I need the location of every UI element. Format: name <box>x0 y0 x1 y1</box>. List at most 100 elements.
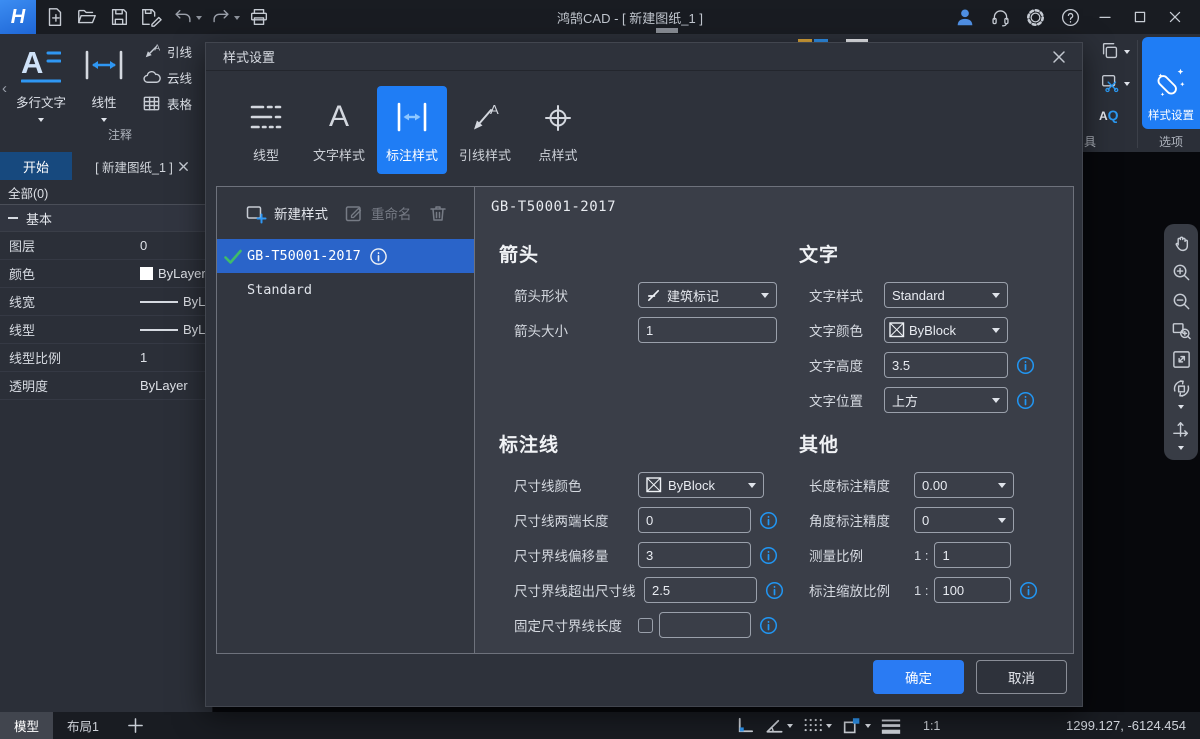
basic-section-header[interactable]: 基本 <box>0 205 212 232</box>
tab-leader-style[interactable]: A 引线样式 <box>450 86 520 174</box>
copy-dropdown-caret[interactable] <box>1124 50 1130 57</box>
dimline-color-dropdown[interactable]: ByBlock <box>638 472 764 498</box>
settings-gear-icon[interactable] <box>1022 4 1048 30</box>
property-row[interactable]: 线型 ByLayer <box>0 316 212 344</box>
move-axes-dropdown-caret[interactable] <box>1178 446 1184 453</box>
style-settings-button[interactable]: 样式设置 <box>1142 37 1200 129</box>
tab-close-icon[interactable] <box>177 160 190 173</box>
zoom-in-button[interactable] <box>1169 260 1193 284</box>
copy-tool-button[interactable] <box>1099 38 1130 64</box>
osnap-toggle[interactable] <box>841 715 871 737</box>
new-style-button[interactable]: 新建样式 <box>245 202 328 224</box>
support-headset-icon[interactable] <box>987 4 1013 30</box>
add-layout-button[interactable] <box>127 717 144 734</box>
selection-filter-dropdown[interactable]: 全部(0) <box>0 180 212 205</box>
zoom-extents-button[interactable] <box>1169 347 1193 371</box>
save-button[interactable] <box>106 4 132 30</box>
polar-dropdown-caret[interactable] <box>787 724 793 731</box>
dim-scale-input[interactable] <box>934 577 1011 603</box>
dimline-ends-input[interactable] <box>638 507 751 533</box>
property-row[interactable]: 线宽 ByLayer <box>0 288 212 316</box>
extline-offset-input[interactable] <box>638 542 751 568</box>
save-as-button[interactable] <box>138 4 164 30</box>
grid-toggle[interactable] <box>802 715 832 736</box>
rename-style-button[interactable]: 重命名 <box>344 203 412 223</box>
info-icon[interactable] <box>1019 581 1038 600</box>
style-list-item-standard[interactable]: Standard <box>217 273 474 307</box>
tab-point-style[interactable]: 点样式 <box>523 86 593 174</box>
pan-hand-button[interactable] <box>1169 231 1193 255</box>
table-button[interactable]: 表格 <box>142 94 192 113</box>
text-color-dropdown[interactable]: ByBlock <box>884 317 1008 343</box>
tab-drawing[interactable]: [ 新建图纸_1 ] <box>72 152 213 180</box>
minimize-button[interactable] <box>1092 4 1118 30</box>
tab-text-style[interactable]: A 文字样式 <box>304 86 374 174</box>
info-icon[interactable] <box>1016 391 1035 410</box>
text-style-dropdown[interactable]: Standard <box>884 282 1008 308</box>
text-height-input[interactable] <box>884 352 1008 378</box>
lineweight-toggle[interactable] <box>880 716 902 736</box>
print-button[interactable] <box>246 4 272 30</box>
extline-extend-input[interactable] <box>644 577 757 603</box>
linear-dim-dropdown-caret[interactable] <box>101 118 107 125</box>
help-icon[interactable] <box>1057 4 1083 30</box>
measure-scale-input[interactable] <box>934 542 1011 568</box>
zoom-out-button[interactable] <box>1169 289 1193 313</box>
tab-dimension-style[interactable]: 标注样式 <box>377 86 447 174</box>
ortho-toggle[interactable] <box>734 715 755 736</box>
model-tab[interactable]: 模型 <box>0 712 53 739</box>
panel-collapse-chevron-icon[interactable]: ‹ <box>2 80 7 97</box>
angle-precision-dropdown[interactable]: 0 <box>914 507 1014 533</box>
close-button[interactable] <box>1162 4 1188 30</box>
style-list-item-gb[interactable]: GB-T50001-2017 <box>217 239 474 273</box>
property-row[interactable]: 透明度 ByLayer <box>0 372 212 400</box>
leader-button[interactable]: A 引线 <box>142 42 192 61</box>
zoom-window-button[interactable] <box>1169 318 1193 342</box>
redo-dropdown-caret[interactable] <box>234 16 240 23</box>
layout1-tab[interactable]: 布局1 <box>53 712 113 739</box>
length-precision-dropdown[interactable]: 0.00 <box>914 472 1014 498</box>
move-axes-button[interactable] <box>1169 417 1193 441</box>
clip-dropdown-caret[interactable] <box>1124 82 1130 89</box>
info-icon[interactable] <box>1016 356 1035 375</box>
redo-button[interactable] <box>210 6 240 28</box>
maximize-button[interactable] <box>1127 4 1153 30</box>
revision-cloud-button[interactable]: 云线 <box>142 68 192 87</box>
info-icon[interactable] <box>759 546 778 565</box>
app-logo[interactable]: H <box>0 0 36 34</box>
orbit-dropdown-caret[interactable] <box>1178 405 1184 412</box>
property-row[interactable]: 颜色 ByLayer <box>0 260 212 288</box>
undo-dropdown-caret[interactable] <box>196 16 202 23</box>
new-file-button[interactable] <box>42 4 68 30</box>
arrow-size-input[interactable] <box>638 317 777 343</box>
osnap-dropdown-caret[interactable] <box>865 724 871 731</box>
annotation-scale[interactable]: 1:1 <box>923 719 940 733</box>
find-text-button[interactable]: AQ <box>1099 102 1130 128</box>
open-file-button[interactable] <box>74 4 100 30</box>
ok-button[interactable]: 确定 <box>873 660 964 694</box>
user-avatar[interactable] <box>952 4 978 30</box>
property-row[interactable]: 线型比例 1 <box>0 344 212 372</box>
fixed-extline-input[interactable] <box>659 612 751 638</box>
dialog-close-button[interactable] <box>1048 46 1070 68</box>
style-info-icon[interactable] <box>369 247 388 266</box>
info-icon[interactable] <box>759 616 778 635</box>
clip-tool-button[interactable] <box>1099 70 1130 96</box>
mtext-dropdown-caret[interactable] <box>38 118 44 125</box>
mtext-button[interactable]: A 多行文字 <box>10 41 72 152</box>
info-icon[interactable] <box>759 511 778 530</box>
undo-button[interactable] <box>172 6 202 28</box>
dialog-titlebar[interactable]: 样式设置 <box>206 43 1082 71</box>
cancel-button[interactable]: 取消 <box>976 660 1067 694</box>
info-icon[interactable] <box>765 581 784 600</box>
tab-start[interactable]: 开始 <box>0 152 72 180</box>
orbit-button[interactable] <box>1169 376 1193 400</box>
grid-dropdown-caret[interactable] <box>826 724 832 731</box>
fixed-extline-checkbox[interactable] <box>638 618 653 633</box>
arrow-shape-dropdown[interactable]: 建筑标记 <box>638 282 777 308</box>
property-row[interactable]: 图层 0 <box>0 232 212 260</box>
delete-style-button[interactable] <box>428 203 448 223</box>
text-position-dropdown[interactable]: 上方 <box>884 387 1008 413</box>
polar-tracking-toggle[interactable] <box>764 715 793 736</box>
tab-linetype[interactable]: 线型 <box>231 86 301 174</box>
